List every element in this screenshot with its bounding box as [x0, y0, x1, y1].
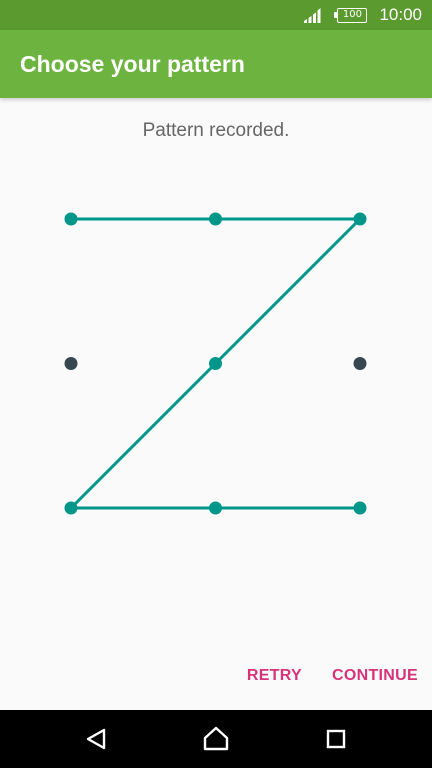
app-bar: Choose your pattern: [0, 30, 432, 98]
recents-square-icon[interactable]: [321, 724, 351, 754]
pattern-segment: [214, 217, 362, 365]
pattern-dot-7[interactable]: [64, 501, 78, 515]
back-triangle-icon[interactable]: [81, 724, 111, 754]
retry-button[interactable]: RETRY: [247, 661, 302, 691]
pattern-lock-pad[interactable]: [0, 98, 432, 710]
pattern-dot-8[interactable]: [209, 501, 222, 515]
continue-button[interactable]: CONTINUE: [332, 661, 418, 691]
pattern-dot-4[interactable]: [64, 357, 78, 370]
status-bar: 100 10:00: [0, 0, 432, 30]
pattern-dot-9[interactable]: [353, 501, 367, 515]
pattern-segment: [69, 362, 217, 510]
pattern-dot-1[interactable]: [64, 212, 78, 226]
navigation-bar: [0, 710, 432, 768]
pattern-screen: Pattern recorded. RETRY CONTINUE: [0, 98, 432, 710]
battery-icon: 100: [334, 7, 368, 23]
pattern-dot-2[interactable]: [209, 212, 222, 226]
pattern-dot-6[interactable]: [353, 357, 367, 370]
action-buttons: RETRY CONTINUE: [217, 661, 418, 691]
pattern-dot-5[interactable]: [209, 357, 222, 370]
clock: 10:00: [379, 5, 422, 24]
pattern-dot-3[interactable]: [353, 212, 367, 226]
cellular-signal-icon: [304, 8, 321, 23]
home-icon[interactable]: [201, 724, 231, 754]
page-title: Choose your pattern: [20, 51, 245, 77]
battery-level: 100: [342, 9, 362, 20]
status-icons: 100 10:00: [303, 0, 422, 30]
